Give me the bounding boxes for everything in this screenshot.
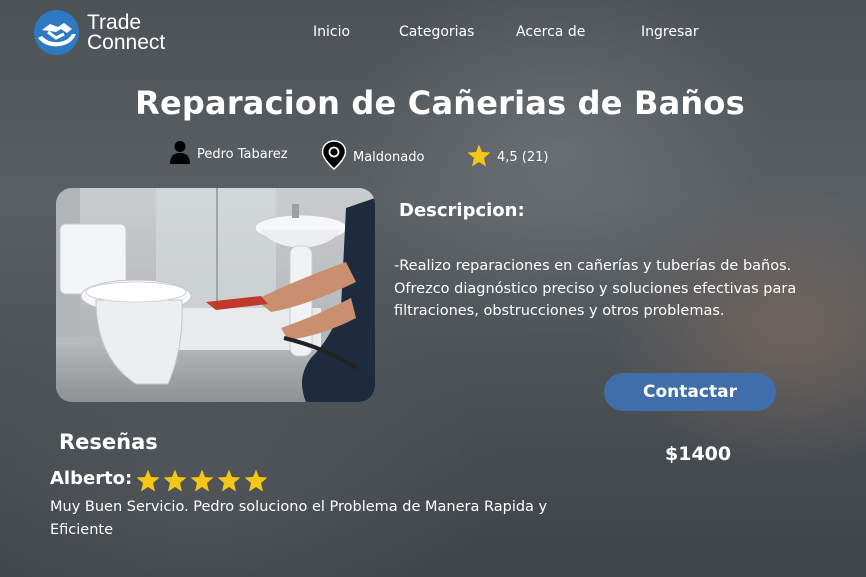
- review-stars: [136, 469, 268, 492]
- star-icon: [244, 469, 268, 492]
- star-icon: [467, 144, 491, 171]
- page-title: Reparacion de Cañerias de Baños: [135, 84, 745, 122]
- location-info: Maldonado: [321, 140, 424, 174]
- handshake-icon: [34, 10, 79, 55]
- reviews-heading: Reseñas: [59, 430, 158, 454]
- nav-acerca-de[interactable]: Acerca de: [516, 24, 585, 40]
- nav-categorias[interactable]: Categorias: [399, 24, 474, 40]
- description-heading: Descripcion:: [399, 200, 525, 221]
- provider-info[interactable]: Pedro Tabarez: [169, 140, 288, 168]
- nav-inicio[interactable]: Inicio: [313, 24, 350, 40]
- brand-line2: Connect: [87, 30, 166, 54]
- person-icon: [169, 140, 191, 168]
- star-icon: [190, 469, 214, 492]
- rating-info: 4,5 (21): [467, 144, 549, 171]
- location-name: Maldonado: [353, 149, 425, 165]
- review-author: Alberto:: [50, 468, 133, 489]
- service-photo: [56, 188, 375, 402]
- nav-ingresar[interactable]: Ingresar: [641, 24, 699, 40]
- rating-value: 4,5 (21): [497, 150, 549, 165]
- brand-logo[interactable]: Trade Connect: [34, 10, 165, 55]
- map-pin-icon: [321, 140, 347, 174]
- brand-line1: Trade: [87, 10, 142, 34]
- provider-name: Pedro Tabarez: [197, 146, 288, 162]
- star-icon: [136, 469, 160, 492]
- review-text: Muy Buen Servicio. Pedro soluciono el Pr…: [50, 499, 548, 538]
- contact-button[interactable]: Contactar: [604, 373, 776, 411]
- star-icon: [217, 469, 241, 492]
- description-text: -Realizo reparaciones en cañerías y tube…: [394, 258, 797, 319]
- star-icon: [163, 469, 187, 492]
- service-price: $1400: [665, 443, 732, 465]
